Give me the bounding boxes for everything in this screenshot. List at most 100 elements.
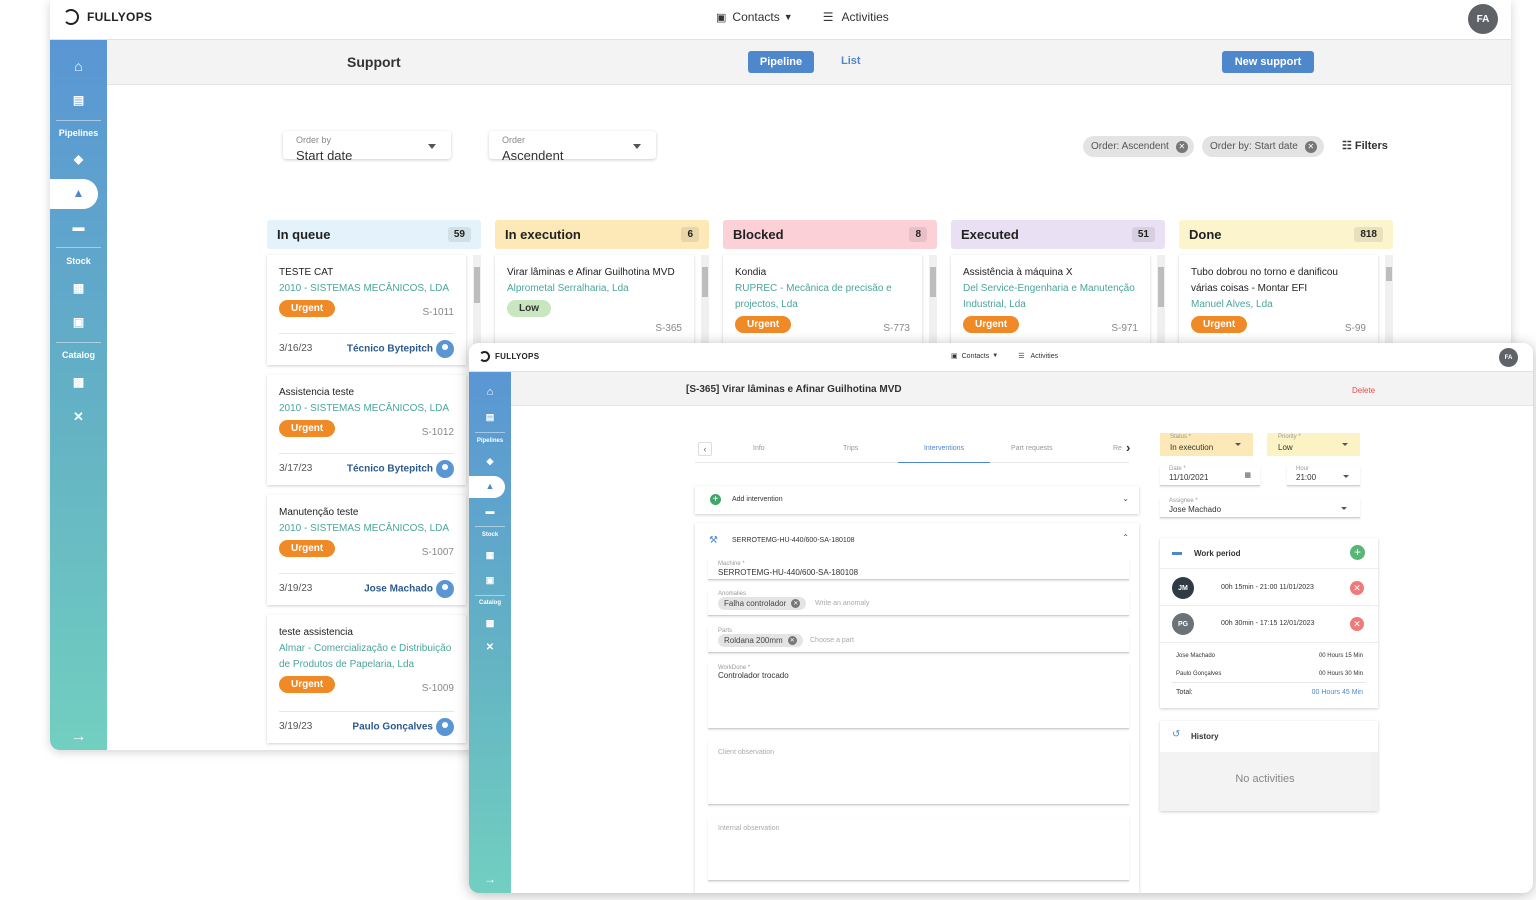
tab-trips[interactable]: Trips	[843, 445, 858, 452]
chevron-down-icon: ▼	[783, 12, 793, 22]
scrollbar[interactable]	[701, 255, 709, 345]
user-icon	[436, 460, 454, 478]
user-avatar[interactable]: FA	[1499, 348, 1518, 367]
order-by-select[interactable]: Order by Start date	[283, 131, 451, 163]
priority-select[interactable]: Priority * Low	[1267, 433, 1360, 456]
scrollbar[interactable]	[1157, 255, 1165, 345]
anomalies-field[interactable]: Anomalies Falha controlador ✕ Write an an…	[708, 590, 1129, 616]
period-entry: 00h 30min - 17:15 12/01/2023	[1221, 620, 1315, 627]
expand-arrow-icon[interactable]: →	[50, 728, 107, 746]
boxes-icon[interactable]: ▦	[469, 550, 511, 561]
scrollbar[interactable]	[929, 255, 937, 345]
new-support-button[interactable]: New support	[1222, 51, 1314, 73]
tag-icon[interactable]: ◆	[50, 152, 107, 166]
scrollbar[interactable]	[1385, 255, 1393, 345]
filter-chip-order[interactable]: Order: Ascendent ✕	[1083, 136, 1194, 157]
support-card[interactable]: Manutenção teste 2010 - SISTEMAS MECÂNIC…	[267, 495, 466, 605]
products-icon[interactable]: ▩	[469, 618, 511, 629]
tab-next-arrow-icon[interactable]: ›	[1126, 440, 1130, 455]
support-icon[interactable]: ▲	[50, 186, 107, 200]
tab-part-requests[interactable]: Part requests	[1011, 445, 1053, 452]
calendar-icon[interactable]: ▦	[1244, 471, 1251, 479]
app-logo[interactable]: FULLYOPS	[63, 9, 152, 25]
tab-info[interactable]: Info	[753, 445, 765, 452]
tools-icon[interactable]: ✕	[469, 642, 511, 653]
internal-observation-textarea[interactable]: Internal observation	[708, 817, 1129, 881]
scrollbar[interactable]	[1370, 752, 1378, 811]
support-card[interactable]: Assistência à máquina X Del Service-Enge…	[951, 255, 1150, 350]
add-period-icon[interactable]: +	[1350, 545, 1365, 560]
sidebar-section-stock: Stock	[481, 532, 499, 538]
part-input[interactable]: Choose a part	[810, 637, 854, 644]
sidebar-divider	[56, 342, 101, 343]
tab-prev-arrow-icon[interactable]: ‹	[698, 442, 712, 456]
remove-period-icon[interactable]: ✕	[1350, 617, 1364, 631]
anomaly-chip[interactable]: Falha controlador ✕	[718, 597, 807, 610]
app-logo[interactable]: FULLYOPS	[479, 351, 539, 362]
column-done: Done 818 Tubo dobrou no torno e danificou…	[1179, 220, 1393, 350]
home-icon[interactable]: ⌂	[469, 386, 511, 398]
truck-icon[interactable]: ▬	[469, 506, 511, 516]
tab-list[interactable]: List	[841, 55, 861, 67]
user-avatar[interactable]: FA	[1468, 4, 1498, 34]
tab-interventions-active[interactable]: Interventions	[898, 437, 990, 463]
contacts-menu[interactable]: ▣ Contacts ▼	[951, 352, 998, 361]
parts-field[interactable]: Parts Roldana 200mm ✕ Choose a part	[708, 627, 1129, 653]
card-footer: 3/16/23 Técnico Bytepitch	[279, 333, 454, 361]
part-chip[interactable]: Roldana 200mm ✕	[718, 634, 803, 647]
date-field[interactable]: Date * 11/10/2021 ▦	[1160, 465, 1260, 486]
support-card[interactable]: Tubo dobrou no torno e danificou várias …	[1179, 255, 1378, 350]
dashboard-icon[interactable]: ▤	[50, 93, 107, 107]
close-icon[interactable]: ✕	[791, 599, 801, 608]
status-select[interactable]: Status * In execution	[1160, 433, 1253, 456]
tools-icon[interactable]: ✕	[50, 409, 107, 425]
tab-pipeline[interactable]: Pipeline	[748, 51, 814, 73]
support-card[interactable]: TESTE CAT 2010 - SISTEMAS MECÂNICOS, LDA…	[267, 255, 466, 365]
contacts-menu[interactable]: ▣ Contacts ▼	[716, 10, 793, 24]
tag-icon[interactable]: ◆	[469, 456, 511, 467]
home-icon[interactable]: ⌂	[50, 58, 107, 74]
order-select[interactable]: Order Ascendent	[489, 131, 656, 163]
remove-period-icon[interactable]: ✕	[1350, 581, 1364, 595]
empty-state: No activities	[1235, 773, 1295, 785]
client-observation-textarea[interactable]: Client observation	[708, 741, 1129, 805]
products-icon[interactable]: ▩	[50, 375, 107, 389]
support-card[interactable]: Assistencia teste 2010 - SISTEMAS MECÂNI…	[267, 375, 466, 485]
close-icon[interactable]: ✕	[1175, 140, 1188, 153]
support-detail-window: FULLYOPS ▣ Contacts ▼ ☰ Activities FA ⌂ ▤ P…	[469, 343, 1533, 893]
avatar: JM	[1172, 577, 1194, 599]
sidebar: ⌂ ▤ Pipelines ◆ ▲ ▬ Stock ▦ ▣ Catalog ▩ …	[50, 40, 107, 750]
close-icon[interactable]: ✕	[1304, 140, 1317, 153]
activities-icon: ☰	[822, 10, 834, 24]
machine-field[interactable]: Machine * SERROTEMG-HU-440/600-SA-180108	[708, 559, 1129, 580]
hour-select[interactable]: Hour 21:00	[1287, 465, 1360, 486]
intervention-title: SERROTEMG-HU-440/600-SA-180108	[732, 537, 855, 544]
truck-icon[interactable]: ▬	[50, 220, 107, 234]
dashboard-icon[interactable]: ▤	[469, 412, 511, 423]
column-count: 59	[447, 227, 471, 242]
activities-menu[interactable]: ☰ Activities	[1018, 352, 1058, 361]
support-card[interactable]: Kondia RUPREC - Mecânica de precisão e p…	[723, 255, 922, 350]
anomaly-input[interactable]: Write an anomaly	[815, 600, 869, 607]
toolbox-icon[interactable]: ▣	[50, 315, 107, 329]
toolbox-icon[interactable]: ▣	[469, 575, 511, 586]
sidebar-divider	[56, 120, 101, 121]
close-icon[interactable]: ✕	[787, 636, 797, 645]
support-icon[interactable]: ▲	[469, 481, 511, 491]
activities-menu[interactable]: ☰ Activities	[823, 10, 889, 24]
support-card[interactable]: Virar lâminas e Afinar Guilhotina MVD Al…	[495, 255, 694, 350]
add-intervention-row[interactable]: + Add intervention ⌄	[695, 486, 1139, 514]
support-card[interactable]: teste assistencia Almar - Comercializaçã…	[267, 615, 466, 743]
boxes-icon[interactable]: ▦	[50, 281, 107, 295]
filters-button[interactable]: ☷ Filters	[1342, 139, 1388, 152]
page-title: Support	[347, 54, 401, 70]
delete-button[interactable]: Delete	[1352, 386, 1375, 395]
app-name: FULLYOPS	[495, 352, 540, 361]
priority-badge: Urgent	[279, 300, 336, 317]
filter-chip-order-by[interactable]: Order by: Start date ✕	[1202, 136, 1324, 157]
tab-more[interactable]: Re	[1113, 445, 1122, 452]
chevron-up-icon[interactable]: ⌃	[1122, 533, 1129, 542]
expand-arrow-icon[interactable]: →	[469, 872, 511, 886]
workdone-textarea[interactable]: WorkDone * Controlador trocado	[708, 663, 1129, 729]
assignee-select[interactable]: Assignee * Jose Machado	[1160, 497, 1360, 518]
